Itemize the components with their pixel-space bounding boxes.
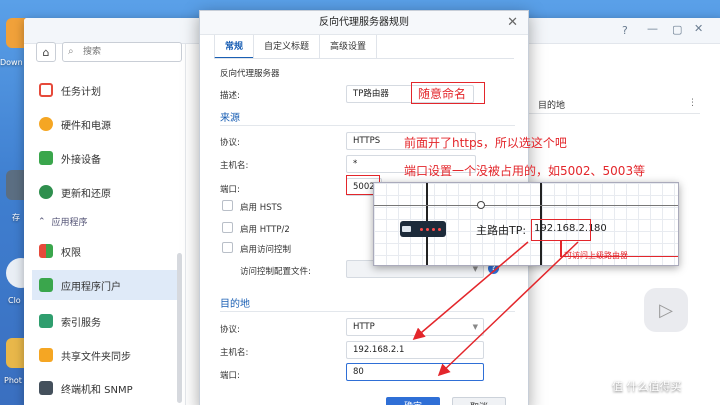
arrow-to-dest-hostname: [412, 241, 529, 340]
play-icon: ▷: [644, 288, 688, 332]
annotation-arrows: [412, 241, 579, 377]
watermark: 值 什么值得买: [612, 380, 682, 393]
arrow-to-dest-port: [437, 241, 579, 377]
